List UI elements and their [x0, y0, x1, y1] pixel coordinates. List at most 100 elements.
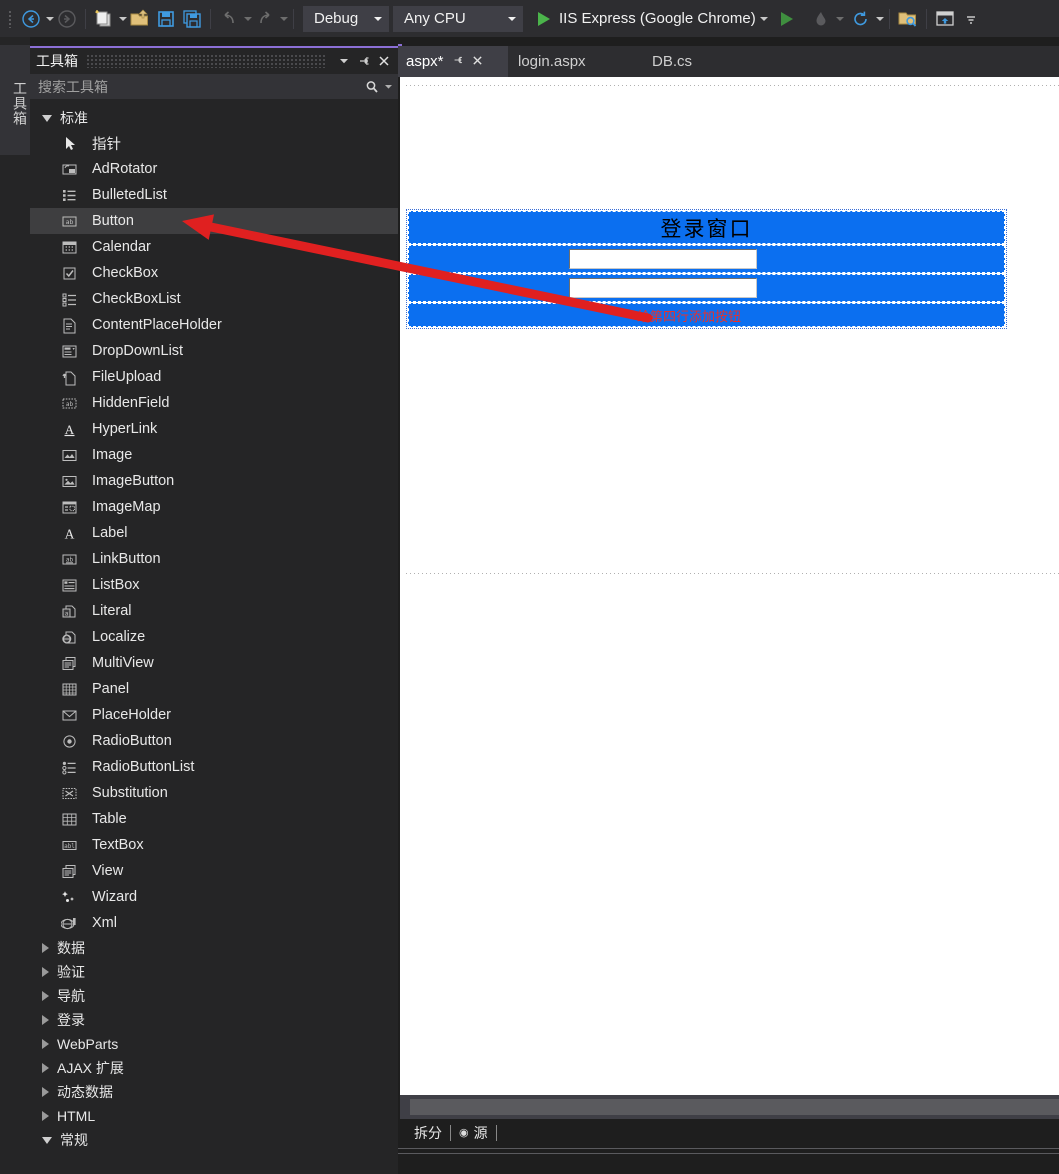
toolbox-vertical-tab[interactable]: 工具箱: [0, 45, 30, 155]
toolbox-item-view[interactable]: View: [30, 858, 398, 884]
toolbox-group-7[interactable]: 动态数据: [30, 1080, 398, 1104]
pin-icon[interactable]: [354, 51, 374, 71]
restart-button[interactable]: [848, 5, 874, 33]
new-item-button[interactable]: [91, 5, 117, 33]
hot-reload-dropdown[interactable]: [835, 16, 844, 21]
toolbox-item-placeholder[interactable]: PlaceHolder: [30, 702, 398, 728]
toolbox-drag-dots[interactable]: [86, 54, 326, 68]
toolbox-group-0[interactable]: 标准: [30, 106, 398, 130]
restart-dropdown[interactable]: [875, 16, 884, 21]
toolbox-group-6[interactable]: AJAX 扩展: [30, 1056, 398, 1080]
tab-split-view[interactable]: 拆分: [406, 1123, 450, 1143]
tab-source-view-label: 源: [473, 1124, 488, 1141]
folder-search-button[interactable]: [895, 5, 921, 33]
solution-platform-select[interactable]: Any CPU: [393, 5, 523, 32]
toolbox-group-3[interactable]: 导航: [30, 984, 398, 1008]
toolbox-item-checkbox[interactable]: CheckBox: [30, 260, 398, 286]
username-input-cell[interactable]: [569, 249, 759, 269]
nav-back-dropdown[interactable]: [46, 16, 54, 21]
toolbox-item-指针[interactable]: 指针: [30, 130, 398, 156]
toolbox-item-xml[interactable]: Xml: [30, 910, 398, 936]
start-debug-label[interactable]: IIS Express (Google Chrome): [557, 10, 758, 27]
nav-forward-button[interactable]: [54, 5, 80, 33]
toolbox-item-list[interactable]: 标准 指针 AdRotator BulletedList ab Button Calenda…: [30, 106, 398, 1174]
toolbox-group-1[interactable]: 数据: [30, 936, 398, 960]
close-icon[interactable]: [472, 55, 483, 69]
web-form-designer-surface[interactable]: 登录窗口 给第四行添加按钮: [400, 77, 1059, 1095]
editor-tab-1[interactable]: login.aspx: [510, 46, 652, 77]
toolbox-item-localize[interactable]: Localize: [30, 624, 398, 650]
login-table-row-fourth[interactable]: 给第四行添加按钮: [408, 303, 1005, 327]
save-all-icon: [183, 9, 201, 28]
toolbox-item-dropdownlist[interactable]: DropDownList: [30, 338, 398, 364]
password-input-cell[interactable]: [569, 278, 759, 298]
username-label-cell[interactable]: [409, 246, 569, 272]
toolbox-item-listbox[interactable]: ListBox: [30, 572, 398, 598]
toolbar-overflow-button[interactable]: [958, 5, 984, 33]
login-table-row-password[interactable]: [408, 274, 1005, 302]
designer-horizontal-scrollbar[interactable]: [400, 1095, 1059, 1119]
toolbox-item-image[interactable]: Image: [30, 442, 398, 468]
toolbox-item-bulletedlist[interactable]: BulletedList: [30, 182, 398, 208]
toolbox-group-4[interactable]: 登录: [30, 1008, 398, 1032]
toolbar-grip[interactable]: [4, 8, 18, 30]
toolbox-item-multiview[interactable]: MultiView: [30, 650, 398, 676]
undo-dropdown[interactable]: [244, 16, 252, 21]
pin-icon[interactable]: [452, 54, 464, 69]
redo-dropdown[interactable]: [280, 16, 288, 21]
search-icon[interactable]: [362, 77, 382, 97]
toolbox-group-5[interactable]: WebParts: [30, 1032, 398, 1056]
close-icon[interactable]: [374, 51, 394, 71]
toolbox-item-label[interactable]: A Label: [30, 520, 398, 546]
save-all-button[interactable]: [179, 5, 205, 33]
toolbox-item-imagemap[interactable]: ImageMap: [30, 494, 398, 520]
start-debug-button[interactable]: [531, 5, 557, 33]
toolbox-item-hiddenfield[interactable]: ab HiddenField: [30, 390, 398, 416]
toolbox-item-literal[interactable]: a Literal: [30, 598, 398, 624]
toolbox-item-substitution[interactable]: Substitution: [30, 780, 398, 806]
toolbox-item-panel[interactable]: Panel: [30, 676, 398, 702]
password-label-cell[interactable]: [409, 275, 569, 301]
toolbox-item-hyperlink[interactable]: A HyperLink: [30, 416, 398, 442]
toolbox-search-input[interactable]: 搜索工具箱: [30, 74, 398, 100]
toolbox-group-8[interactable]: HTML: [30, 1104, 398, 1128]
toolbox-item-imagebutton[interactable]: ImageButton: [30, 468, 398, 494]
username-input[interactable]: [569, 249, 757, 269]
toolbox-item-adrotator[interactable]: AdRotator: [30, 156, 398, 182]
toolbox-item-linkbutton[interactable]: ab LinkButton: [30, 546, 398, 572]
toolbox-item-contentplaceholder[interactable]: ContentPlaceHolder: [30, 312, 398, 338]
toolbox-item-radiobuttonlist[interactable]: RadioButtonList: [30, 754, 398, 780]
chevron-down-icon[interactable]: [334, 51, 354, 71]
toolbox-item-button[interactable]: ab Button: [30, 208, 398, 234]
toolbox-item-wizard[interactable]: Wizard: [30, 884, 398, 910]
nav-back-button[interactable]: [18, 5, 44, 33]
start-without-debugging-button[interactable]: [774, 5, 800, 33]
login-table[interactable]: 登录窗口 给第四行添加按钮: [406, 209, 1007, 329]
login-table-row-username[interactable]: [408, 245, 1005, 273]
tab-source-view[interactable]: ◉ 源: [451, 1123, 496, 1143]
search-options-dropdown[interactable]: [382, 77, 394, 97]
toolbox-item-table[interactable]: Table: [30, 806, 398, 832]
toolbox-item-checkboxlist[interactable]: CheckBoxList: [30, 286, 398, 312]
login-table-header-row[interactable]: 登录窗口: [408, 211, 1005, 244]
save-button[interactable]: [153, 5, 179, 33]
toolbox-item-radiobutton[interactable]: RadioButton: [30, 728, 398, 754]
start-debug-dropdown[interactable]: [759, 16, 768, 21]
open-file-button[interactable]: [127, 5, 153, 33]
placeholder-icon: [62, 710, 76, 720]
redo-button[interactable]: [252, 5, 278, 33]
toolbox-item-textbox[interactable]: abl TextBox: [30, 832, 398, 858]
editor-tab-2[interactable]: DB.cs: [644, 46, 746, 77]
scrollbar-thumb[interactable]: [410, 1099, 1059, 1115]
toolbox-group-2[interactable]: 验证: [30, 960, 398, 984]
toolbox-item-calendar[interactable]: Calendar: [30, 234, 398, 260]
undo-button[interactable]: [216, 5, 242, 33]
password-input[interactable]: [569, 278, 757, 298]
hot-reload-button[interactable]: [808, 5, 834, 33]
toolbox-item-fileupload[interactable]: FileUpload: [30, 364, 398, 390]
solution-configuration-select[interactable]: Debug: [303, 5, 389, 32]
new-item-dropdown[interactable]: [119, 16, 127, 21]
editor-tab-0[interactable]: aspx*: [398, 46, 508, 77]
toolbox-group-9[interactable]: 常规: [30, 1128, 398, 1152]
window-layout-button[interactable]: [932, 5, 958, 33]
